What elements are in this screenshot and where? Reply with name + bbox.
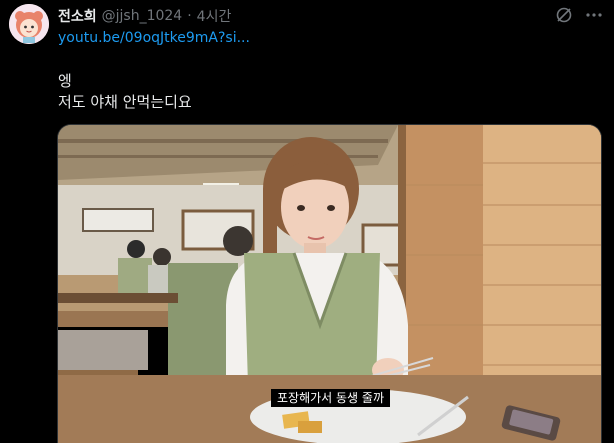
display-name[interactable]: 전소희	[58, 6, 97, 26]
more-icon[interactable]	[582, 4, 606, 26]
tweet-line: 엥	[58, 72, 72, 90]
media-image[interactable]: 포장해가서 동생 줄까	[57, 124, 602, 443]
youtube-link[interactable]: youtu.be/09oqJtke9mA?si...	[58, 30, 250, 46]
separator-dot: ·	[187, 8, 192, 24]
tweet-text: 엥 저도 야채 안먹는디요	[58, 71, 192, 113]
avatar[interactable]	[9, 4, 49, 44]
user-handle[interactable]: @jjsh_1024	[102, 8, 183, 24]
grok-icon[interactable]	[553, 4, 575, 26]
post-time[interactable]: 4시간	[197, 6, 232, 26]
tweet-line: 저도 야채 안먹는디요	[58, 93, 192, 111]
tweet-card[interactable]: 전소희 @jjsh_1024 · 4시간 youtu.be/09oqJtke9m…	[0, 0, 614, 443]
video-subtitle: 포장해가서 동생 줄까	[271, 389, 390, 407]
tweet-header: 전소희 @jjsh_1024 · 4시간	[58, 6, 231, 26]
